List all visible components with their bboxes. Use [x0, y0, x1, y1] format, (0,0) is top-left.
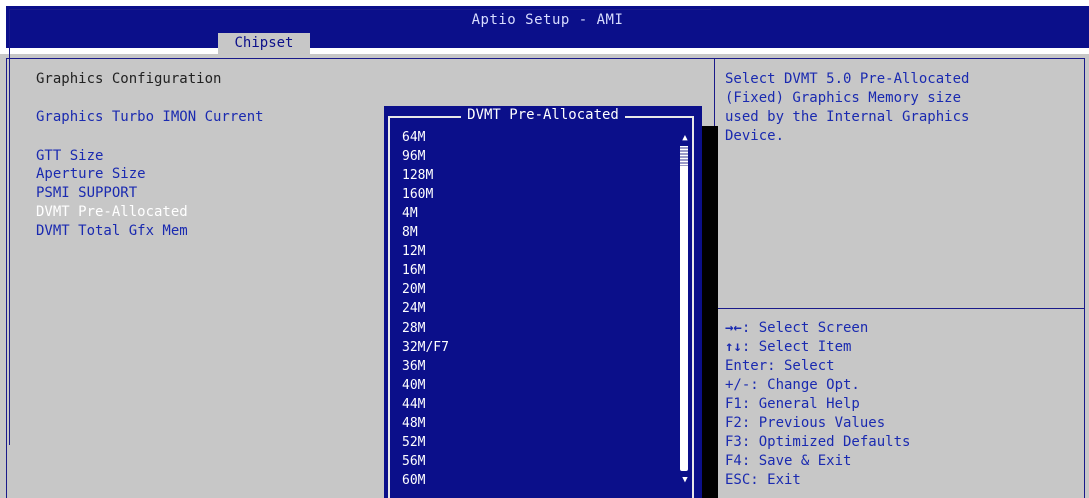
help-line-2: (Fixed) Graphics Memory size	[725, 90, 962, 106]
option-60m[interactable]: 60M	[402, 471, 672, 490]
option-48m[interactable]: 48M	[402, 414, 672, 433]
key-f2: F2: Previous Values	[725, 415, 886, 431]
option-52m[interactable]: 52M	[402, 433, 672, 452]
help-divider	[714, 308, 1085, 309]
scrollbar[interactable]: ▲ ▼	[680, 133, 690, 485]
setting-gtt-size[interactable]: GTT Size	[36, 147, 103, 165]
option-32m-f7[interactable]: 32M/F7	[402, 338, 672, 357]
help-line-4: Device.	[725, 128, 785, 144]
option-44m[interactable]: 44M	[402, 395, 672, 414]
option-96m[interactable]: 96M	[402, 147, 672, 166]
popup-title-text: DVMT Pre-Allocated	[461, 107, 625, 123]
key-change-opt: +/-: Change Opt.	[725, 377, 860, 393]
option-40m[interactable]: 40M	[402, 376, 672, 395]
key-desc: : Select Screen	[741, 320, 869, 336]
setting-aperture-size[interactable]: Aperture Size	[36, 165, 146, 183]
scroll-down-icon[interactable]: ▼	[680, 475, 690, 485]
setting-graphics-turbo-imon-current[interactable]: Graphics Turbo IMON Current	[36, 108, 264, 126]
option-24m[interactable]: 24M	[402, 299, 672, 318]
setting-dvmt-pre-allocated[interactable]: DVMT Pre-Allocated	[36, 203, 188, 221]
option-4m[interactable]: 4M	[402, 204, 672, 223]
option-36m[interactable]: 36M	[402, 357, 672, 376]
key-select-item: ↑↓: Select Item	[725, 338, 851, 356]
key-f3: F3: Optimized Defaults	[725, 434, 911, 450]
help-line-3: used by the Internal Graphics	[725, 109, 970, 125]
arrows-left-right-icon: →←	[725, 320, 742, 336]
option-128m[interactable]: 128M	[402, 166, 672, 185]
popup-shadow	[702, 126, 718, 498]
option-160m[interactable]: 160M	[402, 185, 672, 204]
section-title: Graphics Configuration	[36, 71, 222, 87]
option-8m[interactable]: 8M	[402, 223, 672, 242]
scrollbar-grip[interactable]	[680, 146, 688, 166]
option-16m[interactable]: 16M	[402, 261, 672, 280]
popup-title: DVMT Pre-Allocated	[384, 107, 702, 123]
help-line-1: Select DVMT 5.0 Pre-Allocated	[725, 71, 970, 87]
option-20m[interactable]: 20M	[402, 280, 672, 299]
scrollbar-thumb[interactable]	[680, 146, 688, 471]
key-f1: F1: General Help	[725, 396, 860, 412]
setting-psmi-support[interactable]: PSMI SUPPORT	[36, 184, 137, 202]
dvmt-popup: DVMT Pre-Allocated 64M 96M 128M 160M 4M 8M 12M…	[384, 106, 702, 498]
option-64m[interactable]: 64M	[402, 128, 672, 147]
key-desc: : Select Item	[741, 339, 852, 355]
arrows-up-down-icon: ↑↓	[725, 339, 742, 355]
key-f4: F4: Save & Exit	[725, 453, 852, 469]
option-28m[interactable]: 28M	[402, 319, 672, 338]
setting-dvmt-total-gfx-mem[interactable]: DVMT Total Gfx Mem	[36, 222, 188, 240]
key-select-screen: →←: Select Screen	[725, 319, 868, 337]
option-12m[interactable]: 12M	[402, 242, 672, 261]
key-enter: Enter: Select	[725, 358, 835, 374]
scroll-up-icon[interactable]: ▲	[680, 133, 690, 143]
option-56m[interactable]: 56M	[402, 452, 672, 471]
key-esc: ESC: Exit	[725, 472, 801, 488]
